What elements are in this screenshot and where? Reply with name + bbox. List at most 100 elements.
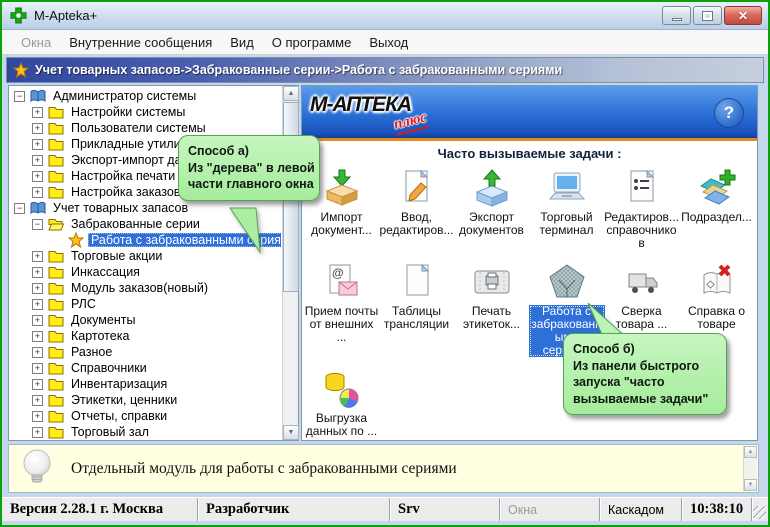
restore-button[interactable] [693, 6, 722, 25]
title-bar[interactable]: M-Apteka+ ✕ [2, 2, 768, 30]
menu-item-2[interactable]: Вид [221, 32, 263, 53]
close-icon: ✕ [738, 9, 748, 23]
status-server: Srv [390, 498, 500, 521]
help-button[interactable]: ? [714, 98, 744, 128]
callout-b-text: Способ б) Из панели быстрого запуска "ча… [573, 341, 717, 407]
task-item[interactable]: Выгрузка данных по ... [304, 367, 379, 438]
folder-icon [48, 312, 64, 328]
restore-icon [703, 12, 712, 20]
expand-icon[interactable]: + [32, 395, 43, 406]
menu-item-4[interactable]: Выход [360, 32, 417, 53]
menu-item-3[interactable]: О программе [263, 32, 361, 53]
tree-item[interactable]: +Картотека [10, 328, 281, 344]
folder-icon [48, 328, 64, 344]
status-bar: Версия 2.28.1 г. Москва Разработчик Srv … [2, 497, 768, 521]
scroll-down-button[interactable]: ▼ [283, 425, 299, 440]
translation-tables-icon [396, 260, 438, 302]
folder-icon [48, 184, 64, 200]
expand-icon[interactable]: + [32, 267, 43, 278]
tree-item[interactable]: +Пользователи системы [10, 120, 281, 136]
tree-item[interactable]: + Инвентаризация [10, 376, 281, 392]
window-title: M-Apteka+ [34, 8, 97, 23]
expand-icon[interactable]: + [32, 139, 43, 150]
task-item[interactable]: Экспорт документов [454, 166, 529, 250]
breadcrumb-bar: Учет товарных запасов->Забракованные сер… [6, 57, 764, 83]
folder-icon [48, 152, 64, 168]
expand-icon[interactable]: + [32, 283, 43, 294]
expand-icon[interactable]: + [32, 331, 43, 342]
svg-text:@: @ [332, 266, 344, 280]
tree-item-label: Настройка печати [68, 169, 178, 183]
task-item[interactable]: Редактиров... справочников [604, 166, 679, 250]
tree-item-label: Торговый зал [68, 425, 152, 439]
status-developer: Разработчик [198, 498, 390, 521]
expand-icon[interactable]: + [32, 411, 43, 422]
menu-item-1[interactable]: Внутренние сообщения [60, 32, 221, 53]
folder-icon [48, 424, 64, 439]
tree-item[interactable]: + Разное [10, 344, 281, 360]
tree-item[interactable]: +Отчеты, справки [10, 408, 281, 424]
hint-scrollbar[interactable]: ▲ ▼ [743, 446, 757, 491]
expand-icon[interactable]: + [32, 107, 43, 118]
tree-item[interactable]: − Администратор системы [10, 88, 281, 104]
expand-icon[interactable]: + [32, 171, 43, 182]
expand-icon[interactable]: + [32, 315, 43, 326]
tree-item-label: Администратор системы [50, 89, 199, 103]
expand-icon[interactable]: + [32, 347, 43, 358]
task-item-label: Импорт документ... [304, 211, 379, 237]
collapse-icon[interactable]: − [32, 219, 43, 230]
tree-item[interactable]: + Торговый зал [10, 424, 281, 439]
status-windows: Окна [500, 498, 600, 521]
scroll-up-button[interactable]: ▲ [283, 86, 299, 101]
expand-icon[interactable]: + [32, 251, 43, 262]
menu-bar: ОкнаВнутренние сообщенияВидО программеВы… [2, 30, 768, 55]
expand-icon[interactable]: + [32, 155, 43, 166]
tree-item[interactable]: + РЛС [10, 296, 281, 312]
tree-item[interactable]: +Настройки системы [10, 104, 281, 120]
star-badge-icon [13, 62, 29, 78]
folder-icon [48, 280, 64, 296]
tree-item-label: РЛС [68, 297, 99, 311]
status-cascade: Каскадом [600, 498, 682, 521]
tree-item-label: Разное [68, 345, 115, 359]
folder-icon [48, 168, 64, 184]
tree-item[interactable]: +Документы [10, 312, 281, 328]
resize-grip[interactable] [752, 498, 768, 521]
scroll-up-button[interactable]: ▲ [744, 446, 757, 458]
task-item-label: Таблицы трансляции [379, 305, 454, 331]
minimize-icon [672, 18, 682, 21]
task-item[interactable]: Ввод, редактиров... [379, 166, 454, 250]
task-item[interactable]: Подраздел... [679, 166, 754, 250]
menu-item-0[interactable]: Окна [12, 32, 60, 53]
status-clock: 10:38:10 [682, 498, 752, 521]
tree-item[interactable]: +Инкассация [10, 264, 281, 280]
tree-item-label: Инвентаризация [68, 377, 170, 391]
task-item-label: Прием почты от внешних ... [304, 305, 379, 344]
scroll-down-button[interactable]: ▼ [744, 479, 757, 491]
close-button[interactable]: ✕ [724, 6, 762, 25]
callout-a-text: Способ а) Из "дерева" в левой части глав… [188, 143, 310, 193]
task-item[interactable]: Торговый терминал [529, 166, 604, 250]
task-item-label: Выгрузка данных по ... [304, 412, 379, 438]
tree-item[interactable]: +Модуль заказов(новый) [10, 280, 281, 296]
collapse-icon[interactable]: − [14, 91, 25, 102]
goods-check-icon [621, 260, 663, 302]
folder-icon [48, 376, 64, 392]
expand-icon[interactable]: + [32, 363, 43, 374]
task-item-label: Справка о товаре [679, 305, 754, 331]
task-item[interactable]: Таблицы трансляции [379, 260, 454, 357]
pharmacy-cross-icon [10, 7, 27, 24]
task-item[interactable]: Печать этикеток... [454, 260, 529, 357]
expand-icon[interactable]: + [32, 187, 43, 198]
light-bulb-icon [19, 448, 55, 490]
expand-icon[interactable]: + [32, 379, 43, 390]
tree-item[interactable]: +Справочники [10, 360, 281, 376]
expand-icon[interactable]: + [32, 427, 43, 438]
expand-icon[interactable]: + [32, 299, 43, 310]
collapse-icon[interactable]: − [14, 203, 25, 214]
trade-terminal-icon [546, 166, 588, 208]
tree-item[interactable]: +Этикетки, ценники [10, 392, 281, 408]
expand-icon[interactable]: + [32, 123, 43, 134]
task-item[interactable]: @ Прием почты от внешних ... [304, 260, 379, 357]
minimize-button[interactable] [662, 6, 691, 25]
